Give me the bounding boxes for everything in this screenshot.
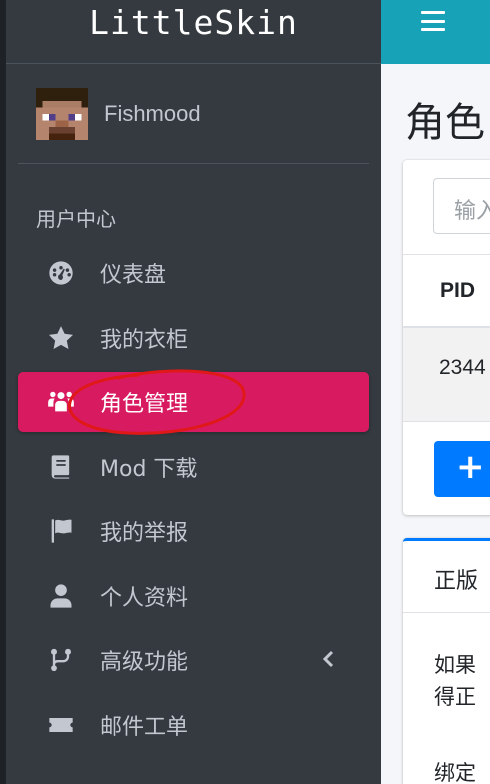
code-branch-icon: [46, 645, 76, 675]
sidebar-item-label: 个人资料: [100, 585, 189, 611]
avatar: [36, 87, 88, 140]
star-icon: [46, 323, 76, 353]
card-text: 绑定: [434, 761, 476, 784]
main-content: 角色 输入 PID 2344 + 正版 如果 得正 绑定: [381, 64, 490, 784]
sidebar-item-reports[interactable]: 我的举报: [18, 501, 369, 561]
sidebar-item-label: 我的举报: [100, 521, 189, 546]
sidebar-item-wardrobe[interactable]: 我的衣柜: [18, 308, 369, 368]
table-row[interactable]: 2344: [403, 328, 490, 422]
brand-link[interactable]: LittleSkin: [6, 0, 381, 64]
plus-icon: +: [456, 447, 485, 487]
users-icon: [46, 387, 76, 417]
flag-icon: [46, 516, 76, 546]
page-title: 角色: [405, 100, 485, 146]
user-icon: [46, 581, 76, 611]
ticket-icon: [46, 710, 76, 740]
nav-header-user-center: 用户中心: [36, 207, 116, 231]
book-icon: [46, 452, 76, 482]
sidebar-item-tickets[interactable]: 邮件工单: [18, 695, 369, 755]
user-panel[interactable]: Fishmood: [18, 64, 369, 164]
search-input[interactable]: 输入: [433, 178, 490, 234]
sidebar-item-label: 高级功能: [100, 650, 189, 675]
sidebar-item-label: 我的衣柜: [100, 327, 189, 353]
card-header: 正版: [403, 541, 490, 613]
sidebar-item-players[interactable]: 角色管理: [18, 372, 369, 432]
sidebar-item-mod-download[interactable]: Mod 下载: [18, 437, 369, 497]
sidebar-item-label: 仪表盘: [100, 263, 167, 288]
card-text: 得正: [434, 685, 476, 709]
card-text: 如果: [434, 653, 476, 677]
card-title: 正版: [434, 569, 479, 594]
chevron-left-icon[interactable]: [317, 647, 341, 671]
brand-name: LittleSkin: [89, 3, 298, 42]
add-player-button[interactable]: +: [434, 441, 490, 497]
column-header-pid: PID: [440, 279, 476, 302]
table-cell-pid: 2344: [439, 356, 486, 379]
bind-premium-card: 正版 如果 得正 绑定: [403, 538, 490, 784]
sidebar-item-label: 邮件工单: [100, 714, 189, 740]
players-card: 输入 PID 2344 +: [403, 160, 490, 515]
sidebar-nav: 仪表盘 我的衣柜 角色管理 Mod 下载 我的举报 个人资料 高级功能 邮件工单: [18, 243, 369, 759]
sidebar-item-advanced[interactable]: 高级功能: [18, 630, 369, 690]
top-navbar: [381, 0, 490, 64]
dashboard-icon: [46, 258, 76, 288]
username: Fishmood: [104, 100, 201, 126]
sidebar-item-profile[interactable]: 个人资料: [18, 566, 369, 626]
sidebar-item-dashboard[interactable]: 仪表盘: [18, 243, 369, 303]
sidebar: LittleSkin Fishmood 用户中心 仪表盘 我的衣柜 角色管理 M…: [6, 0, 381, 784]
hamburger-icon[interactable]: [421, 9, 445, 33]
sidebar-item-label: Mod 下载: [100, 456, 198, 482]
sidebar-item-label: 角色管理: [100, 392, 189, 417]
table-header: PID: [403, 254, 490, 328]
